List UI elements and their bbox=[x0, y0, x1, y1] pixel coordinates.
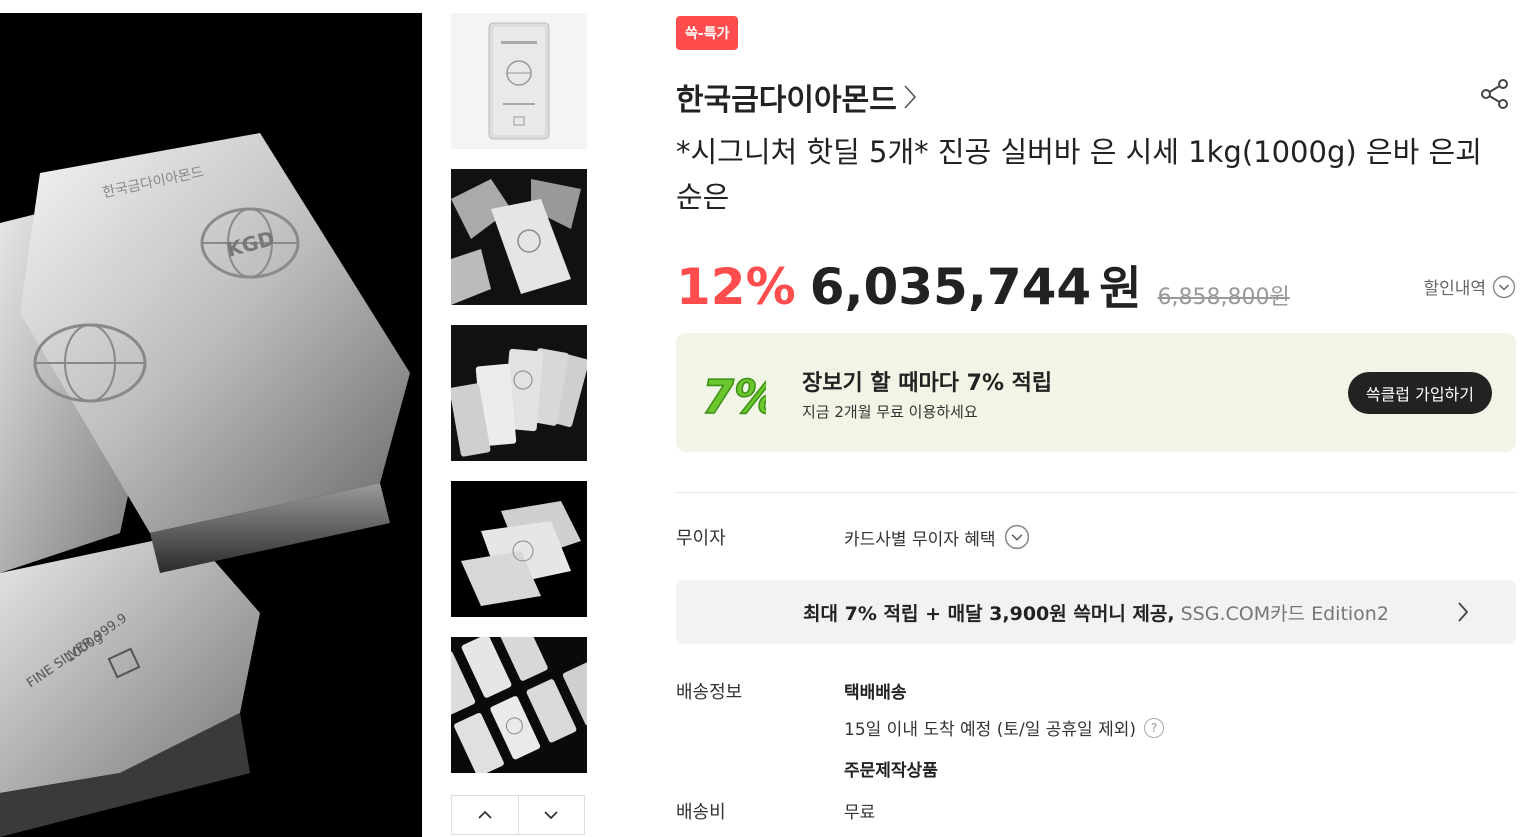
product-title: *시그니처 핫딜 5개* 진공 실버바 은 시세 1kg(1000g) 은바 은… bbox=[676, 135, 1482, 214]
currency-unit: 원 bbox=[1099, 261, 1142, 315]
shipping-eta-row: 15일 이내 도착 예정 (토/일 공휴일 제외) ? bbox=[844, 715, 1165, 740]
shipping-fee-value: 무료 bbox=[844, 803, 876, 823]
join-ssg-club-button[interactable]: 쓱클럽 가입하기 bbox=[1347, 372, 1492, 414]
share-icon bbox=[1481, 79, 1508, 109]
shipping-label: 배송정보 bbox=[676, 682, 743, 703]
discount-rate: 12% bbox=[676, 258, 796, 316]
chevron-down-circle-icon bbox=[1492, 275, 1516, 298]
promo-title: 장보기 할 때마다 7% 적립 bbox=[802, 371, 1053, 396]
promo-subtitle: 지금 2개월 무료 이용하세요 bbox=[802, 403, 978, 421]
promo-icon-text: 7% bbox=[702, 370, 766, 424]
discount-detail-toggle[interactable]: 할인내역 bbox=[1423, 274, 1516, 299]
chevron-down-circle-icon bbox=[1004, 524, 1029, 550]
chevron-right-icon bbox=[904, 85, 916, 109]
share-button[interactable] bbox=[1478, 77, 1512, 111]
thumbnail-2[interactable] bbox=[451, 169, 587, 305]
thumbnail-1[interactable] bbox=[451, 13, 587, 149]
card-benefit-text: 최대 7% 적립 + 매달 3,900원 쓱머니 제공, bbox=[803, 602, 1175, 625]
shipping-method: 택배배송 bbox=[844, 683, 907, 703]
installment-toggle[interactable]: 카드사별 무이자 혜택 bbox=[844, 524, 1030, 550]
shipping-eta: 15일 이내 도착 예정 (토/일 공휴일 제외) bbox=[844, 720, 1137, 740]
deal-badge: 쓱-특가 bbox=[676, 16, 739, 50]
discount-detail-label: 할인내역 bbox=[1423, 279, 1486, 299]
thumbnail-4[interactable] bbox=[451, 481, 587, 617]
card-benefit-banner[interactable]: 최대 7% 적립 + 매달 3,900원 쓱머니 제공, SSG.COM카드 E… bbox=[676, 580, 1516, 644]
question-circle-icon[interactable]: ? bbox=[1144, 717, 1165, 738]
installment-value: 카드사별 무이자 혜택 bbox=[844, 529, 996, 550]
chevron-right-icon bbox=[1458, 602, 1469, 622]
ssg-club-promo: 7% 장보기 할 때마다 7% 적립 지금 2개월 무료 이용하세요 쓱클럽 가… bbox=[676, 333, 1516, 452]
thumbnail-3[interactable] bbox=[451, 325, 587, 461]
sale-price: 6,035,744 bbox=[809, 258, 1092, 316]
thumbnail-nav bbox=[451, 795, 585, 835]
chevron-down-icon bbox=[544, 811, 558, 820]
original-price: 6,858,800원 bbox=[1157, 285, 1290, 310]
made-to-order-note: 주문제작상품 bbox=[844, 761, 938, 781]
section-divider bbox=[676, 492, 1516, 493]
brand-link[interactable]: 한국금다이아몬드 bbox=[676, 76, 917, 118]
installment-label: 무이자 bbox=[676, 528, 726, 549]
thumbnail-next-button[interactable] bbox=[517, 796, 585, 834]
card-name: SSG.COM카드 Edition2 bbox=[1180, 602, 1389, 625]
main-product-image: KGD 한국금다이아몬드 FINE SILVER 999.9 1000g bbox=[0, 13, 422, 837]
seven-percent-icon: 7% bbox=[701, 369, 766, 425]
shipping-fee-label: 배송비 bbox=[676, 802, 726, 823]
brand-name: 한국금다이아몬드 bbox=[676, 83, 897, 118]
thumbnail-5[interactable] bbox=[451, 637, 587, 773]
price-row: 12% 6,035,744 원 6,858,800원 bbox=[676, 252, 1290, 322]
chevron-up-icon bbox=[478, 810, 492, 819]
thumbnail-prev-button[interactable] bbox=[452, 796, 518, 834]
